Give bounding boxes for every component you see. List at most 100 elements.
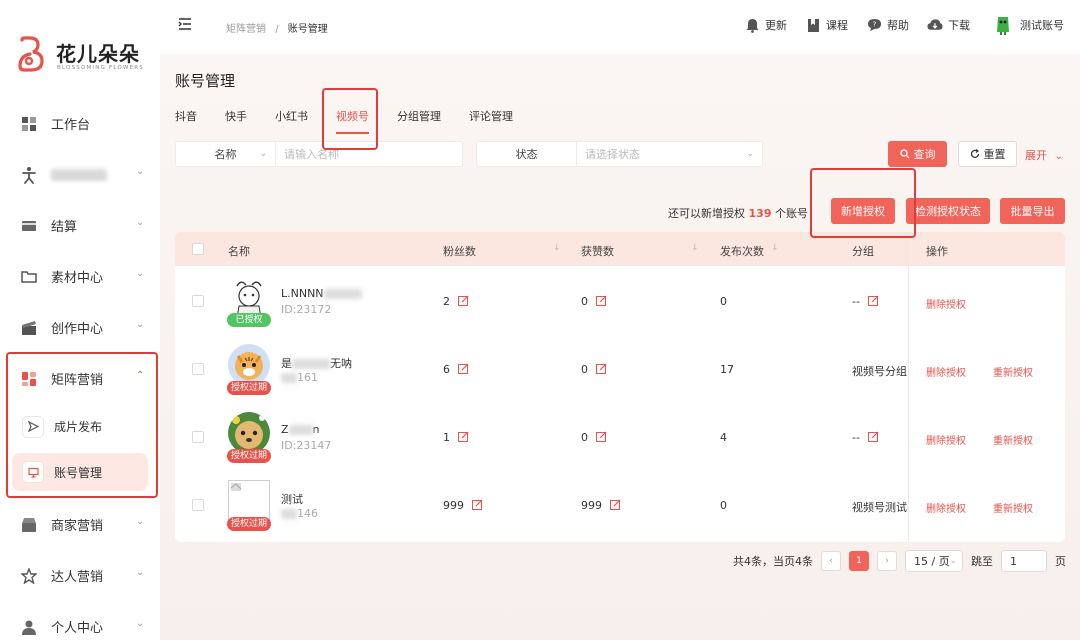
sidebar-item-profile[interactable]: 个人中心 ⌄ <box>0 601 160 640</box>
likes-count: 999 <box>581 499 621 512</box>
name-search-input[interactable]: 请输入名称 <box>276 142 462 166</box>
tab-kuaishou[interactable]: 快手 <box>211 108 261 134</box>
sidebar-item-person[interactable]: ⌄ <box>0 149 160 200</box>
tab-group-management[interactable]: 分组管理 <box>383 108 455 134</box>
table-row: 授权过期 Zn ID:23147 1 0 4 -- 删除授权 重新授权 <box>175 404 1065 472</box>
edit-icon[interactable] <box>458 431 469 442</box>
prev-page-button[interactable]: ‹ <box>821 551 841 571</box>
sidebar-item-workbench[interactable]: 工作台 <box>0 98 160 149</box>
user-avatar <box>997 17 1009 35</box>
edit-icon[interactable] <box>596 363 607 374</box>
download-button[interactable]: 下载 <box>927 17 970 33</box>
row-checkbox[interactable] <box>192 363 204 375</box>
col-likes[interactable]: 获赞数 <box>581 243 614 259</box>
next-page-button[interactable]: › <box>877 551 897 571</box>
delete-auth-link[interactable]: 删除授权 <box>926 296 966 311</box>
page-number-button[interactable]: 1 <box>849 551 869 571</box>
reset-button[interactable]: 重置 <box>958 141 1017 167</box>
delete-auth-link[interactable]: 删除授权 <box>926 432 966 447</box>
status-badge: 授权过期 <box>227 381 271 395</box>
shop-icon <box>20 516 38 534</box>
sidebar-subitem-account-management[interactable]: 账号管理 <box>12 453 148 491</box>
select-all-checkbox[interactable] <box>192 243 204 255</box>
user-menu[interactable]: 测试账号 <box>994 14 1064 36</box>
chevron-down-icon: ⌄ <box>746 149 754 159</box>
query-button[interactable]: 查询 <box>888 141 947 167</box>
sidebar-item-label: 矩阵营销 <box>51 373 104 388</box>
status-select[interactable]: 请选择状态 ⌄ <box>577 142 762 166</box>
help-button[interactable]: ? 帮助 <box>866 17 909 33</box>
delete-auth-link[interactable]: 删除授权 <box>926 364 966 379</box>
sidebar: 花儿朵朵 BLOSSOMING FLOWERS 工作台 ⌄ 结算 ⌄ 素材中心 … <box>0 0 160 640</box>
col-posts[interactable]: 发布次数 <box>720 243 764 259</box>
edit-icon[interactable] <box>610 499 621 510</box>
check-auth-status-button[interactable]: 检测授权状态 <box>906 198 990 224</box>
quota-count: 139 <box>748 207 772 220</box>
menu-fold-icon[interactable] <box>178 18 194 34</box>
sidebar-subitem-publish[interactable]: 成片发布 <box>0 404 160 449</box>
row-checkbox[interactable] <box>192 499 204 511</box>
status-badge: 已授权 <box>227 313 271 327</box>
sidebar-item-settlement[interactable]: 结算 ⌄ <box>0 200 160 251</box>
tab-xiaohongshu[interactable]: 小红书 <box>261 108 322 134</box>
delete-auth-link[interactable]: 删除授权 <box>926 500 966 515</box>
quota-suffix: 个账号 <box>775 207 808 220</box>
name-filter: 名称 ⌄ 请输入名称 <box>175 141 463 167</box>
sidebar-item-matrix[interactable]: 矩阵营销 ⌃ <box>0 353 160 404</box>
batch-export-button[interactable]: 批量导出 <box>1000 198 1065 224</box>
jump-label: 跳至 <box>971 555 993 568</box>
grid-icon <box>20 370 38 388</box>
brand-name: 花儿朵朵 <box>56 42 140 66</box>
chevron-down-icon: ⌄ <box>949 556 957 566</box>
page-size-select[interactable]: 15 / 页 ⌄ <box>905 550 963 572</box>
name-filter-field-select[interactable]: 名称 ⌄ <box>176 142 276 166</box>
platform-tabs: 抖音 快手 小红书 视频号 分组管理 评论管理 <box>175 108 527 134</box>
group-cell: 视频号测试 <box>852 501 907 514</box>
course-button[interactable]: 课程 <box>805 17 848 33</box>
chevron-up-icon: ⌃ <box>136 370 145 381</box>
sidebar-nav: 工作台 ⌄ 结算 ⌄ 素材中心 ⌄ 创作中心 ⌄ 矩阵营销 ⌃ 成片发布 账号管… <box>0 98 160 640</box>
tab-comment-management[interactable]: 评论管理 <box>455 108 527 134</box>
edit-icon[interactable] <box>596 431 607 442</box>
add-auth-label: 新增授权 <box>841 205 885 218</box>
edit-icon[interactable] <box>472 499 483 510</box>
main-content: 账号管理 抖音 快手 小红书 视频号 分组管理 评论管理 名称 ⌄ 请输入名称 … <box>160 54 1080 640</box>
fans-value: 6 <box>443 363 450 376</box>
sidebar-item-influencer[interactable]: 达人营销 ⌄ <box>0 550 160 601</box>
table-header: 名称 粉丝数 ↓ 获赞数 ↓ 发布次数 ↓ 分组 操作 <box>175 232 1065 266</box>
likes-value: 999 <box>581 499 602 512</box>
col-fans[interactable]: 粉丝数 <box>443 243 476 259</box>
star-icon <box>20 567 38 585</box>
reauthorize-link[interactable]: 重新授权 <box>993 364 1033 379</box>
edit-icon[interactable] <box>867 295 879 306</box>
tab-shipinhao[interactable]: 视频号 <box>322 108 383 134</box>
jump-page-input[interactable]: 1 <box>1001 550 1047 572</box>
edit-icon[interactable] <box>458 295 469 306</box>
sort-arrow-icon[interactable]: ↓ <box>771 243 779 253</box>
chevron-down-icon: ⌄ <box>136 268 145 279</box>
reauthorize-link[interactable]: 重新授权 <box>993 500 1033 515</box>
group-cell: -- <box>852 431 879 444</box>
row-checkbox[interactable] <box>192 431 204 443</box>
edit-icon[interactable] <box>458 363 469 374</box>
breadcrumb-parent[interactable]: 矩阵营销 <box>226 24 266 35</box>
sidebar-item-label: 商家营销 <box>51 519 104 534</box>
edit-icon[interactable] <box>867 431 879 442</box>
brand-logo[interactable]: 花儿朵朵 BLOSSOMING FLOWERS <box>16 36 156 76</box>
row-checkbox[interactable] <box>192 295 204 307</box>
expand-filters-button[interactable]: 展开 ⌄ <box>1025 147 1063 163</box>
tab-douyin[interactable]: 抖音 <box>175 108 211 134</box>
edit-icon[interactable] <box>596 295 607 306</box>
sidebar-item-materials[interactable]: 素材中心 ⌄ <box>0 251 160 302</box>
bell-icon <box>744 17 760 33</box>
add-auth-button[interactable]: 新增授权 <box>831 198 895 224</box>
reauthorize-link[interactable]: 重新授权 <box>993 432 1033 447</box>
update-button[interactable]: 更新 <box>744 17 787 33</box>
redacted-text <box>323 289 362 299</box>
book-icon <box>805 17 821 33</box>
sort-arrow-icon[interactable]: ↓ <box>691 243 699 253</box>
sidebar-item-merchant[interactable]: 商家营销 ⌄ <box>0 499 160 550</box>
sort-arrow-icon[interactable]: ↓ <box>553 243 561 253</box>
sidebar-item-creation[interactable]: 创作中心 ⌄ <box>0 302 160 353</box>
chevron-down-icon: ⌄ <box>136 567 145 578</box>
